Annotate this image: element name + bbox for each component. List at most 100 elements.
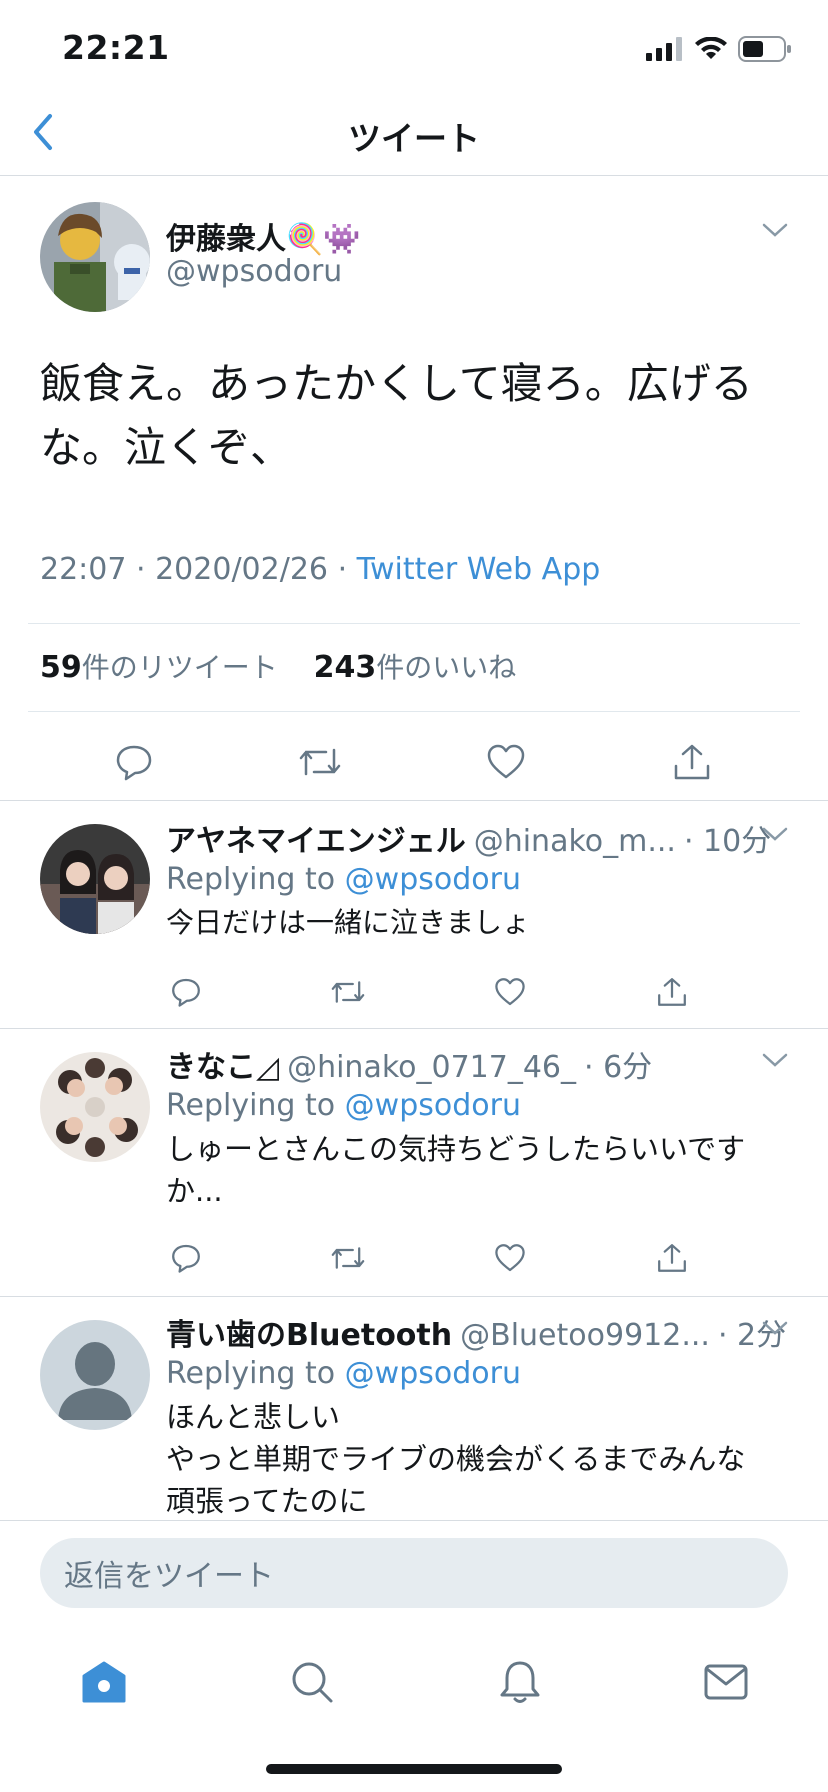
- mention-link[interactable]: @wpsodoru: [345, 1088, 521, 1123]
- navigation-bar: ツイート: [0, 96, 828, 176]
- avatar[interactable]: [40, 1320, 150, 1430]
- home-icon: [82, 1661, 126, 1703]
- reply-icon: [116, 745, 152, 781]
- lego-avatar-image: [40, 202, 150, 312]
- tweet-stats: 59件のリツイート 243件のいいね: [40, 646, 516, 686]
- tab-search[interactable]: [282, 1652, 342, 1712]
- wifi-icon: [695, 37, 727, 59]
- avatar[interactable]: [40, 1052, 150, 1162]
- likes-stat[interactable]: 243件のいいね: [314, 650, 517, 685]
- divider: [0, 800, 828, 801]
- reply-button[interactable]: [104, 732, 164, 792]
- share-icon: [658, 1244, 686, 1272]
- reply-text: しゅーとさんこの気持ちどうしたらいいですか...: [166, 1132, 746, 1208]
- reply-text: 今日だけは一緒に泣きましょ: [166, 906, 531, 939]
- reply-menu-button[interactable]: [762, 1320, 788, 1340]
- author-handle[interactable]: @wpsodoru: [166, 254, 342, 289]
- heart-icon: [487, 744, 525, 779]
- avatar[interactable]: [40, 202, 150, 312]
- retweet-button[interactable]: [290, 732, 350, 792]
- reply-menu-button[interactable]: [762, 1052, 788, 1072]
- battery-icon: [738, 36, 791, 62]
- share-icon: [674, 744, 710, 780]
- reply-author-handle[interactable]: @hinako_0717_46_: [287, 1050, 576, 1085]
- tweet-meta: 22:07 · 2020/02/26 · Twitter Web App: [40, 552, 600, 587]
- like-button[interactable]: [490, 1238, 530, 1278]
- share-button[interactable]: [652, 972, 692, 1012]
- reply-text: ほんと悲しい やっと単期でライブの機会がくるまでみんな 頑張ってたのに: [166, 1396, 786, 1520]
- default-avatar-image: [40, 1320, 150, 1430]
- replying-to: Replying to @wpsodoru: [166, 1088, 521, 1123]
- tweet-text: 飯食え。あったかくして寝ろ。広げるな。泣くぞ、: [40, 359, 753, 472]
- mail-icon: [704, 1664, 748, 1700]
- photo-avatar-image: [40, 824, 150, 934]
- tweet-actions: [0, 732, 828, 792]
- chevron-down-icon: [762, 827, 788, 841]
- tweet-date: 2020/02/26: [155, 552, 329, 587]
- reply-author-handle[interactable]: @hinako_m...: [474, 824, 676, 859]
- tab-messages[interactable]: [696, 1652, 756, 1712]
- share-button[interactable]: [652, 1238, 692, 1278]
- reply-text-line: ほんと悲しい: [166, 1400, 341, 1434]
- like-button[interactable]: [490, 972, 530, 1012]
- status-time: 22:21: [62, 28, 170, 67]
- heart-icon: [495, 978, 525, 1006]
- share-button[interactable]: [662, 732, 722, 792]
- reply-author-name[interactable]: 青い歯のBluetooth: [166, 1310, 452, 1354]
- tweet-menu-button[interactable]: [762, 222, 788, 242]
- mention-link[interactable]: @wpsodoru: [345, 862, 521, 897]
- like-button[interactable]: [476, 732, 536, 792]
- replying-to: Replying to @wpsodoru: [166, 1356, 521, 1391]
- reply-text-line: 頑張ってたのに: [166, 1484, 368, 1518]
- tab-notifications[interactable]: [490, 1652, 550, 1712]
- mention-link[interactable]: @wpsodoru: [345, 1356, 521, 1391]
- meta-separator: ·: [337, 552, 357, 587]
- reply-header: アヤネマイエンジェル @hinako_m... · 10分: [166, 816, 771, 860]
- retweets-stat[interactable]: 59件のリツイート: [40, 650, 278, 685]
- reply-author-name[interactable]: きなこ◿: [166, 1042, 279, 1086]
- reply-author-name[interactable]: アヤネマイエンジェル: [166, 816, 466, 860]
- status-icons: [646, 36, 792, 62]
- reply-author-handle[interactable]: @Bluetoo9912...: [460, 1318, 710, 1353]
- reply-actions: [166, 972, 726, 1012]
- divider: [28, 623, 800, 624]
- retweet-icon: [331, 981, 365, 1003]
- share-icon: [658, 978, 686, 1006]
- reply-composer: 返信をツイート: [0, 1520, 828, 1640]
- reply-age: · 10分: [683, 824, 772, 859]
- tweet-source-link[interactable]: Twitter Web App: [357, 552, 601, 587]
- heart-icon: [495, 1244, 525, 1272]
- chevron-down-icon: [762, 1053, 788, 1067]
- status-bar: 22:21: [0, 0, 828, 96]
- search-icon: [292, 1662, 333, 1703]
- retweet-button[interactable]: [328, 972, 368, 1012]
- reply-icon: [172, 1244, 200, 1273]
- reply-age: · 6分: [584, 1050, 653, 1085]
- reply-header: きなこ◿ @hinako_0717_46_ · 6分: [166, 1042, 766, 1086]
- author-name: 伊藤衆人🍭👾: [166, 222, 361, 257]
- photo-avatar-image: [40, 1052, 150, 1162]
- reply-menu-button[interactable]: [762, 826, 788, 846]
- home-indicator: [266, 1764, 562, 1774]
- replying-to: Replying to @wpsodoru: [166, 862, 521, 897]
- reply-text-line: やっと単期でライブの機会がくるまでみんな: [166, 1442, 746, 1476]
- divider: [28, 711, 800, 712]
- reply-header: 青い歯のBluetooth @Bluetoo9912... · 2分: [166, 1310, 786, 1354]
- reply-input[interactable]: 返信をツイート: [40, 1538, 788, 1608]
- tweet-time: 22:07: [40, 552, 127, 587]
- chevron-down-icon: [762, 1321, 788, 1335]
- retweet-button[interactable]: [328, 1238, 368, 1278]
- bell-icon: [500, 1661, 540, 1703]
- retweet-icon: [331, 1247, 365, 1269]
- reply-button[interactable]: [166, 972, 206, 1012]
- reply-actions: [166, 1238, 726, 1278]
- tab-home[interactable]: [74, 1652, 134, 1712]
- chevron-down-icon: [762, 223, 788, 237]
- page-title: ツイート: [348, 119, 480, 158]
- reply-button[interactable]: [166, 1238, 206, 1278]
- avatar[interactable]: [40, 824, 150, 934]
- retweet-icon: [299, 748, 341, 776]
- reply-tweet[interactable]: 青い歯のBluetooth @Bluetoo9912... · 2分 Reply…: [0, 1296, 828, 1520]
- meta-separator: ·: [136, 552, 156, 587]
- divider: [0, 1028, 828, 1029]
